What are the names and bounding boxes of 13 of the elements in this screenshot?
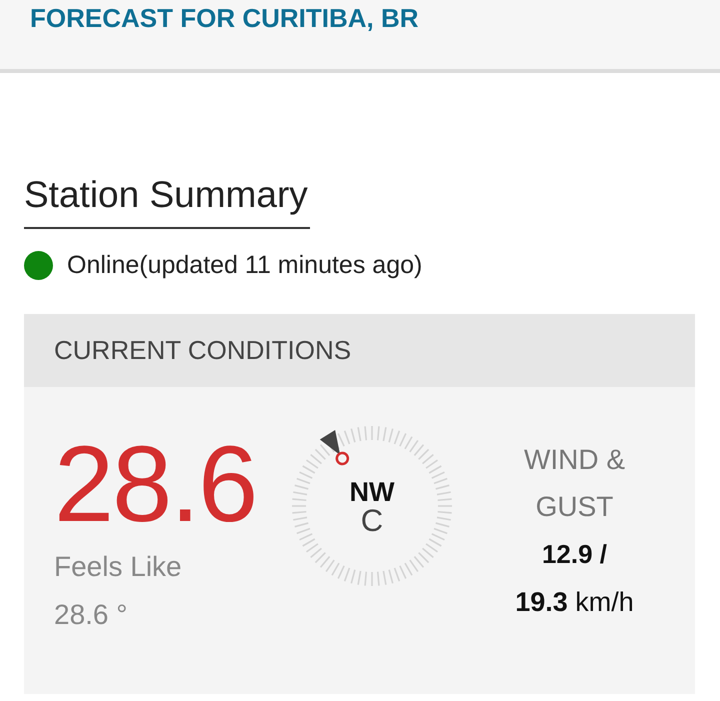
wind-label: WIND & GUST	[522, 443, 626, 524]
wind-gust: 19.3 km/h	[515, 586, 634, 619]
wind-speed: 12.9 /	[542, 538, 608, 571]
status-text: Online(updated 11 minutes ago)	[67, 250, 422, 281]
section-title: Station Summary	[24, 173, 310, 229]
wind-direction: NW	[350, 478, 394, 506]
page-title: FORECAST FOR CURITIBA, BR	[30, 2, 419, 35]
temperature-value: 28.6	[54, 424, 258, 544]
needle-icon	[320, 430, 350, 466]
unit-label: C	[360, 506, 384, 536]
feels-like-label: Feels Like	[54, 550, 183, 584]
card-title: CURRENT CONDITIONS	[54, 335, 352, 366]
feels-like-value: 28.6 °	[54, 598, 128, 632]
